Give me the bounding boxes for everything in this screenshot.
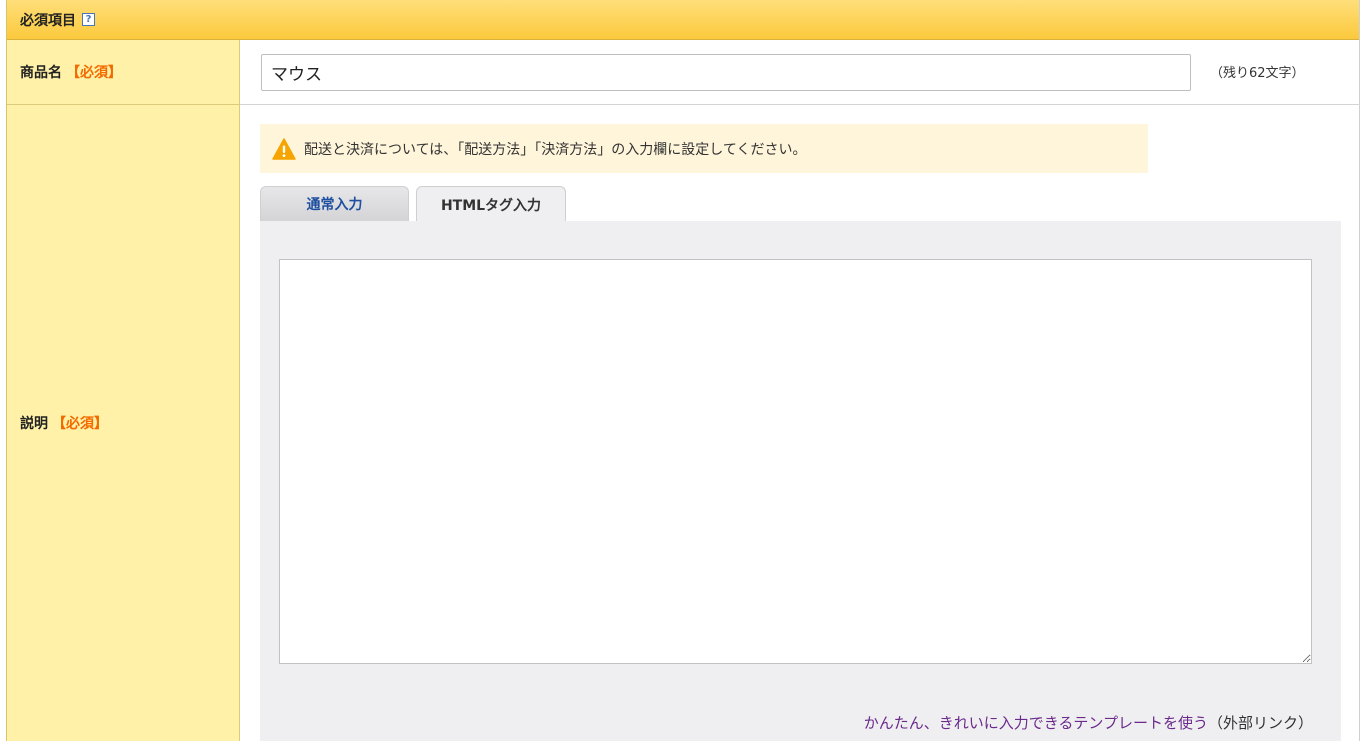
section-header: 必須項目 ? — [7, 0, 1359, 40]
section-title: 必須項目 — [20, 12, 76, 29]
product-name-label-cell: 商品名 【必須】 — [7, 40, 240, 105]
description-html-textarea[interactable] — [279, 259, 1312, 664]
warning-icon — [272, 137, 296, 160]
tab-normal-input[interactable]: 通常入力 — [260, 186, 409, 221]
help-icon[interactable]: ? — [82, 13, 95, 26]
required-badge: 【必須】 — [66, 65, 122, 81]
product-name-input[interactable] — [261, 54, 1191, 91]
external-link-note: （外部リンク） — [1207, 714, 1313, 732]
template-link-line: かんたん、きれいに入力できるテンプレートを使う（外部リンク） — [864, 712, 1313, 733]
required-items-form: 必須項目 ? 商品名 【必須】 （残り62文字） 説明 【必須】 配送と決済につ… — [6, 0, 1360, 741]
required-badge: 【必須】 — [52, 416, 108, 432]
description-label-cell: 説明 【必須】 — [7, 105, 240, 741]
product-name-field-cell: （残り62文字） — [240, 40, 1360, 105]
description-field-cell: 配送と決済については、「配送方法」「決済方法」の入力欄に設定してください。 通常… — [240, 105, 1360, 741]
description-label: 説明 — [20, 416, 48, 432]
shipping-payment-notice: 配送と決済については、「配送方法」「決済方法」の入力欄に設定してください。 — [260, 124, 1148, 173]
notice-text: 配送と決済については、「配送方法」「決済方法」の入力欄に設定してください。 — [304, 141, 807, 158]
tab-html-input[interactable]: HTMLタグ入力 — [416, 186, 566, 222]
template-link[interactable]: かんたん、きれいに入力できるテンプレートを使う — [864, 714, 1208, 732]
product-name-label: 商品名 — [20, 65, 62, 81]
html-editor-panel: かんたん、きれいに入力できるテンプレートを使う（外部リンク） — [260, 221, 1341, 741]
remaining-characters: （残り62文字） — [1210, 66, 1305, 81]
